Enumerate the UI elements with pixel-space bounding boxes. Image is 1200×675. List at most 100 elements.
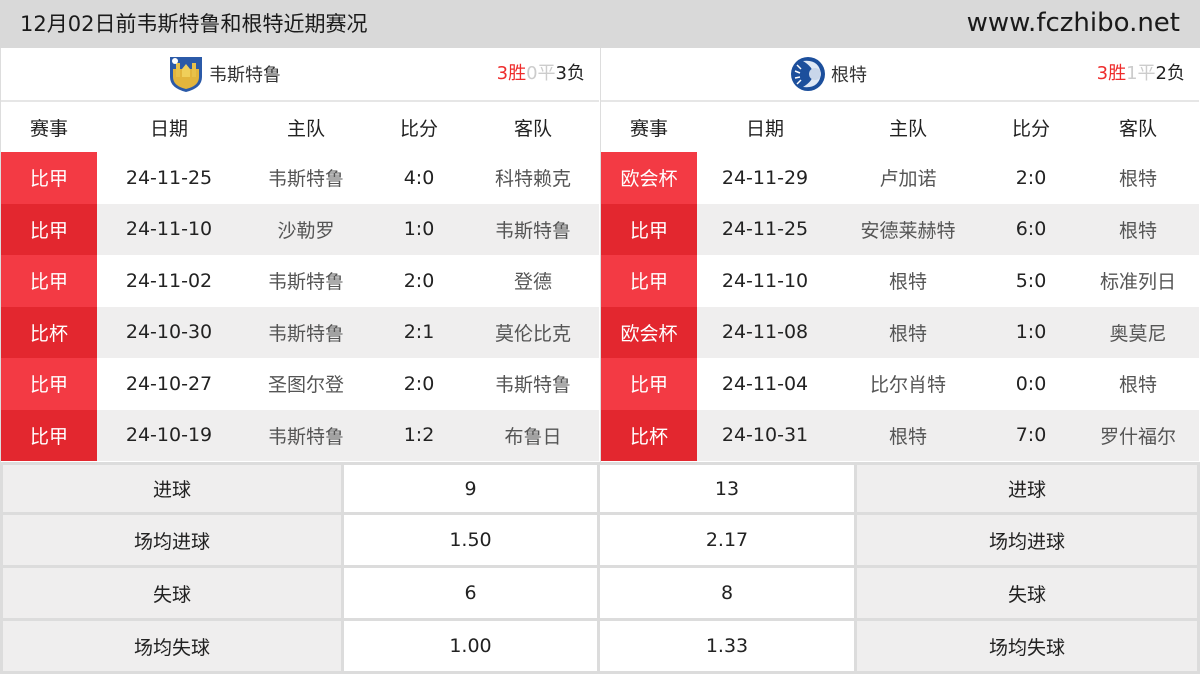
match-score: 2:0 — [403, 269, 435, 292]
home-team[interactable]: 韦斯特鲁 — [241, 255, 371, 307]
competition-badge: 比甲 — [601, 203, 697, 255]
record-losses: 3负 — [555, 63, 585, 84]
match-row[interactable]: 比甲 24-10-27 圣图尔登 2:0 韦斯特鲁 — [1, 358, 599, 410]
match-date: 24-11-10 — [125, 218, 213, 241]
competition-badge: 比甲 — [1, 203, 97, 255]
match-date: 24-10-31 — [721, 424, 809, 447]
record-losses: 2负 — [1155, 63, 1185, 84]
col-away: 客队 — [513, 117, 552, 140]
home-team[interactable]: 韦斯特鲁 — [241, 410, 371, 462]
team-record: 3胜0平3负 — [497, 48, 585, 100]
team-record: 3胜1平2负 — [1097, 48, 1185, 100]
stat-label-left: 场均失球 — [0, 621, 344, 674]
westerlo-crest-icon — [170, 57, 202, 92]
match-row[interactable]: 比杯 24-10-31 根特 7:0 罗什福尔 — [601, 409, 1199, 462]
match-date: 24-11-25 — [125, 166, 213, 189]
competition-badge: 比甲 — [601, 358, 697, 410]
stats-table: 进球 9 13 进球 场均进球 1.50 2.17 场均进球 失球 6 8 失球… — [0, 462, 1200, 674]
match-score: 4:0 — [403, 166, 435, 189]
home-team[interactable]: 根特 — [833, 307, 983, 359]
stat-label-right: 场均失球 — [857, 621, 1200, 674]
match-score: 7:0 — [1015, 424, 1047, 447]
home-team[interactable]: 安德莱赫特 — [833, 204, 983, 256]
away-team[interactable]: 韦斯特鲁 — [467, 358, 599, 410]
away-team[interactable]: 根特 — [1079, 358, 1197, 410]
col-date: 日期 — [745, 117, 784, 140]
away-team[interactable]: 韦斯特鲁 — [467, 204, 599, 256]
home-team[interactable]: 韦斯特鲁 — [241, 307, 371, 359]
match-date: 24-11-25 — [721, 218, 809, 241]
page-title: 12月02日前韦斯特鲁和根特近期赛况 — [20, 12, 368, 36]
match-row[interactable]: 比杯 24-10-30 韦斯特鲁 2:1 莫伦比克 — [1, 306, 599, 359]
match-row[interactable]: 比甲 24-11-10 沙勒罗 1:0 韦斯特鲁 — [1, 203, 599, 256]
stat-value-left: 1.50 — [344, 515, 600, 568]
match-row[interactable]: 比甲 24-10-19 韦斯特鲁 1:2 布鲁日 — [1, 409, 599, 462]
match-row[interactable]: 比甲 24-11-25 安德莱赫特 6:0 根特 — [601, 203, 1199, 256]
col-date: 日期 — [149, 117, 188, 140]
home-team[interactable]: 韦斯特鲁 — [241, 152, 371, 204]
away-team[interactable]: 根特 — [1079, 152, 1197, 204]
record-wins: 3胜 — [1096, 63, 1127, 84]
match-date: 24-11-29 — [721, 166, 809, 189]
stats-row: 失球 6 8 失球 — [0, 568, 1200, 621]
home-team[interactable]: 根特 — [833, 410, 983, 462]
match-score: 0:0 — [1015, 372, 1047, 395]
team-panel-gent: 根特 3胜1平2负 赛事 日期 主队 比分 客队 欧会杯 24-11-29 卢加… — [600, 48, 1199, 462]
stat-label-left: 进球 — [0, 462, 344, 515]
competition-badge: 比甲 — [1, 409, 97, 461]
away-team[interactable]: 标准列日 — [1079, 255, 1197, 307]
match-score: 5:0 — [1015, 269, 1047, 292]
away-team[interactable]: 奥莫尼 — [1079, 307, 1197, 359]
match-score: 1:0 — [1015, 321, 1047, 344]
stat-label-right: 场均进球 — [857, 515, 1200, 568]
col-away: 客队 — [1118, 117, 1157, 140]
home-team[interactable]: 比尔肖特 — [833, 358, 983, 410]
stat-value-left: 9 — [344, 462, 600, 515]
competition-badge: 比甲 — [1, 152, 97, 204]
match-date: 24-10-27 — [125, 372, 213, 395]
stats-row: 场均进球 1.50 2.17 场均进球 — [0, 515, 1200, 568]
title-bar: 12月02日前韦斯特鲁和根特近期赛况 www.fczhibo.net — [0, 0, 1200, 48]
away-team[interactable]: 莫伦比克 — [467, 307, 599, 359]
match-score: 2:1 — [403, 321, 435, 344]
col-competition: 赛事 — [29, 117, 68, 140]
stats-row: 场均失球 1.00 1.33 场均失球 — [0, 621, 1200, 674]
match-row[interactable]: 比甲 24-11-02 韦斯特鲁 2:0 登德 — [1, 255, 599, 307]
away-team[interactable]: 根特 — [1079, 204, 1197, 256]
match-row[interactable]: 欧会杯 24-11-08 根特 1:0 奥莫尼 — [601, 306, 1199, 359]
record-draws: 0平 — [526, 63, 556, 84]
team-name: 韦斯特鲁 — [209, 65, 281, 86]
col-home: 主队 — [286, 117, 325, 140]
gent-crest-icon — [791, 57, 825, 91]
home-team[interactable]: 圣图尔登 — [241, 358, 371, 410]
match-row[interactable]: 欧会杯 24-11-29 卢加诺 2:0 根特 — [601, 152, 1199, 204]
home-team[interactable]: 沙勒罗 — [241, 204, 371, 256]
away-team[interactable]: 登德 — [467, 255, 599, 307]
match-score: 6:0 — [1015, 218, 1047, 241]
team-title[interactable]: 根特 — [789, 48, 867, 100]
record-draws: 1平 — [1126, 63, 1156, 84]
stat-value-right: 8 — [600, 568, 857, 621]
match-list: 欧会杯 24-11-29 卢加诺 2:0 根特 比甲 24-11-25 安德莱赫… — [601, 152, 1199, 461]
stat-label-right: 进球 — [857, 462, 1200, 515]
home-team[interactable]: 卢加诺 — [833, 152, 983, 204]
site-url[interactable]: www.fczhibo.net — [967, 6, 1180, 40]
competition-badge: 比杯 — [601, 409, 697, 461]
stat-label-right: 失球 — [857, 568, 1200, 621]
team-title[interactable]: 韦斯特鲁 — [167, 48, 281, 100]
away-team[interactable]: 布鲁日 — [467, 410, 599, 462]
team-panel-westerlo: 韦斯特鲁 3胜0平3负 赛事 日期 主队 比分 客队 比甲 24-11-25 韦… — [0, 48, 599, 462]
away-team[interactable]: 罗什福尔 — [1079, 410, 1197, 462]
match-row[interactable]: 比甲 24-11-10 根特 5:0 标准列日 — [601, 255, 1199, 307]
stat-value-left: 1.00 — [344, 621, 600, 674]
match-row[interactable]: 比甲 24-11-25 韦斯特鲁 4:0 科特赖克 — [1, 152, 599, 204]
stat-value-left: 6 — [344, 568, 600, 621]
match-date: 24-11-08 — [721, 321, 809, 344]
home-team[interactable]: 根特 — [833, 255, 983, 307]
competition-badge: 比甲 — [601, 255, 697, 307]
away-team[interactable]: 科特赖克 — [467, 152, 599, 204]
column-headers: 赛事 日期 主队 比分 客队 — [601, 102, 1199, 152]
competition-badge: 比杯 — [1, 306, 97, 358]
column-headers: 赛事 日期 主队 比分 客队 — [1, 102, 599, 152]
match-row[interactable]: 比甲 24-11-04 比尔肖特 0:0 根特 — [601, 358, 1199, 410]
